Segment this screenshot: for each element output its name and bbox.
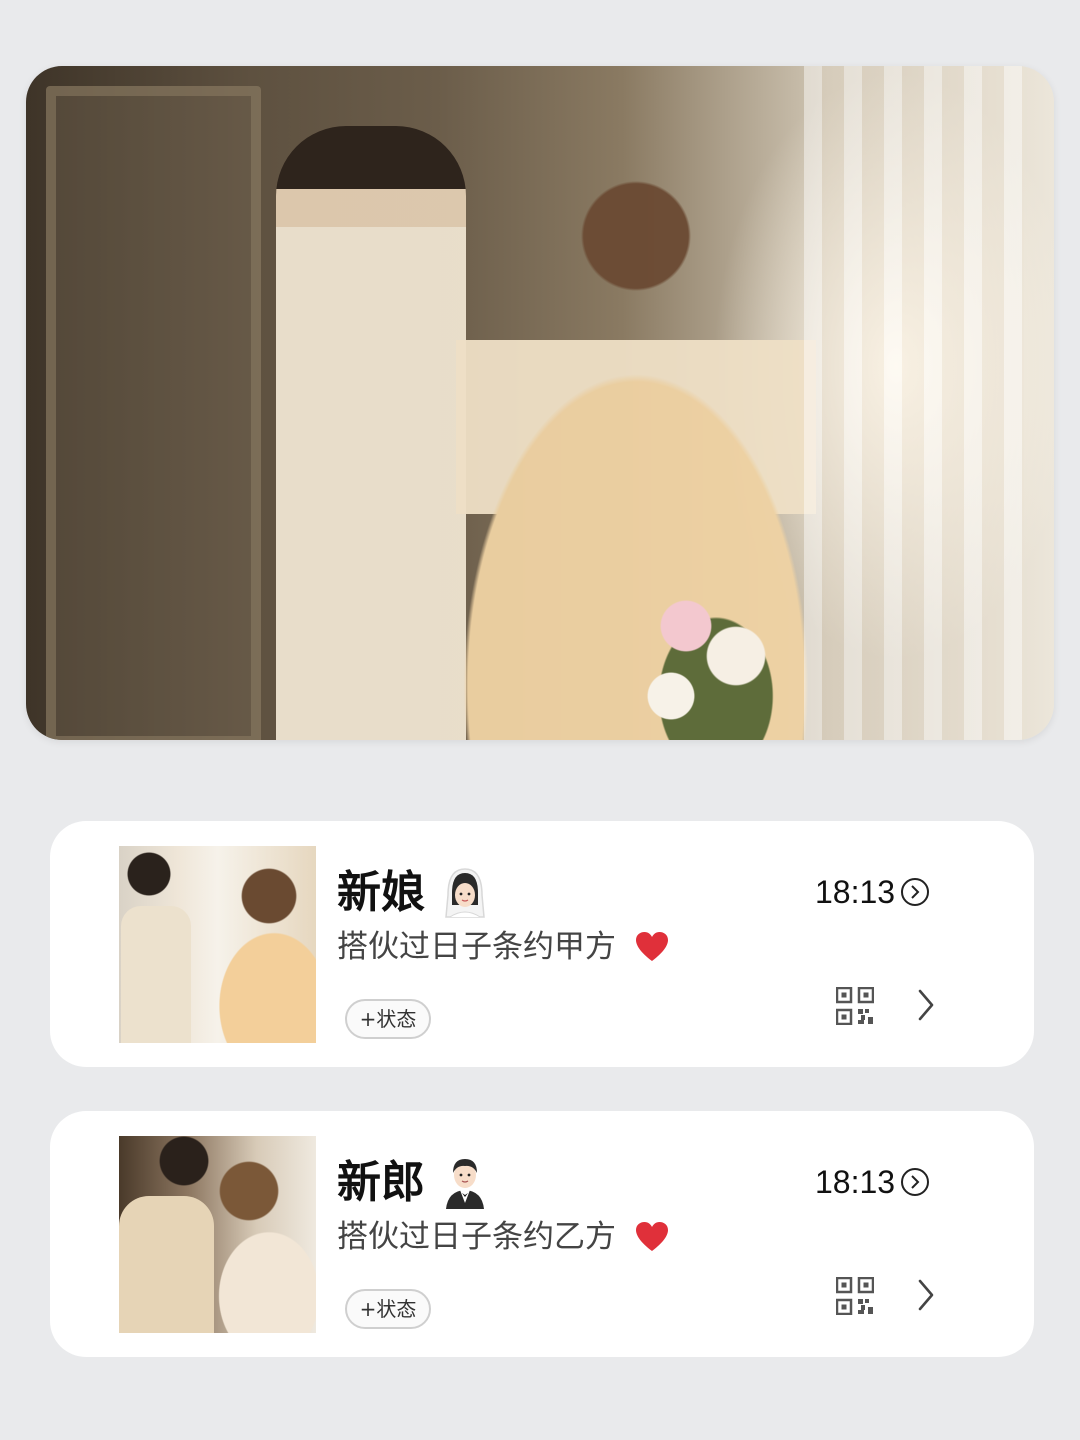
add-status-button[interactable]: +状态: [345, 999, 431, 1039]
window-curtain: [804, 66, 1024, 740]
profile-name: 新娘: [337, 867, 425, 918]
circle-arrow-icon[interactable]: [900, 1167, 930, 1197]
chevron-right-icon[interactable]: [916, 1278, 936, 1312]
qr-code-icon[interactable]: [836, 1277, 874, 1315]
red-heart-icon: [636, 1222, 668, 1251]
bouquet: [626, 586, 796, 740]
hero-photo: [26, 66, 1054, 740]
circle-arrow-icon[interactable]: [900, 877, 930, 907]
add-status-button[interactable]: +状态: [345, 1289, 431, 1329]
qr-code-icon[interactable]: [836, 987, 874, 1025]
profile-name: 新郎: [337, 1157, 425, 1208]
bride-emoji-icon: [445, 868, 485, 918]
red-heart-icon: [636, 932, 668, 961]
timestamp: 18:13: [815, 874, 896, 910]
groom-figure: [276, 126, 466, 740]
profile-card-bride[interactable]: 新娘 搭伙过日子条约甲方 18:13 +状态: [50, 821, 1034, 1067]
profile-card-groom[interactable]: 新郎 搭伙过日子条约乙方 18:13 +状态: [50, 1111, 1034, 1357]
avatar[interactable]: [119, 1136, 316, 1333]
avatar[interactable]: [119, 846, 316, 1043]
profile-signature: 搭伙过日子条约乙方: [337, 1219, 616, 1255]
timestamp: 18:13: [815, 1164, 896, 1200]
chevron-right-icon[interactable]: [916, 988, 936, 1022]
groom-emoji-icon: [446, 1159, 484, 1209]
profile-signature: 搭伙过日子条约甲方: [337, 929, 616, 965]
carved-wall-panel: [46, 86, 261, 740]
